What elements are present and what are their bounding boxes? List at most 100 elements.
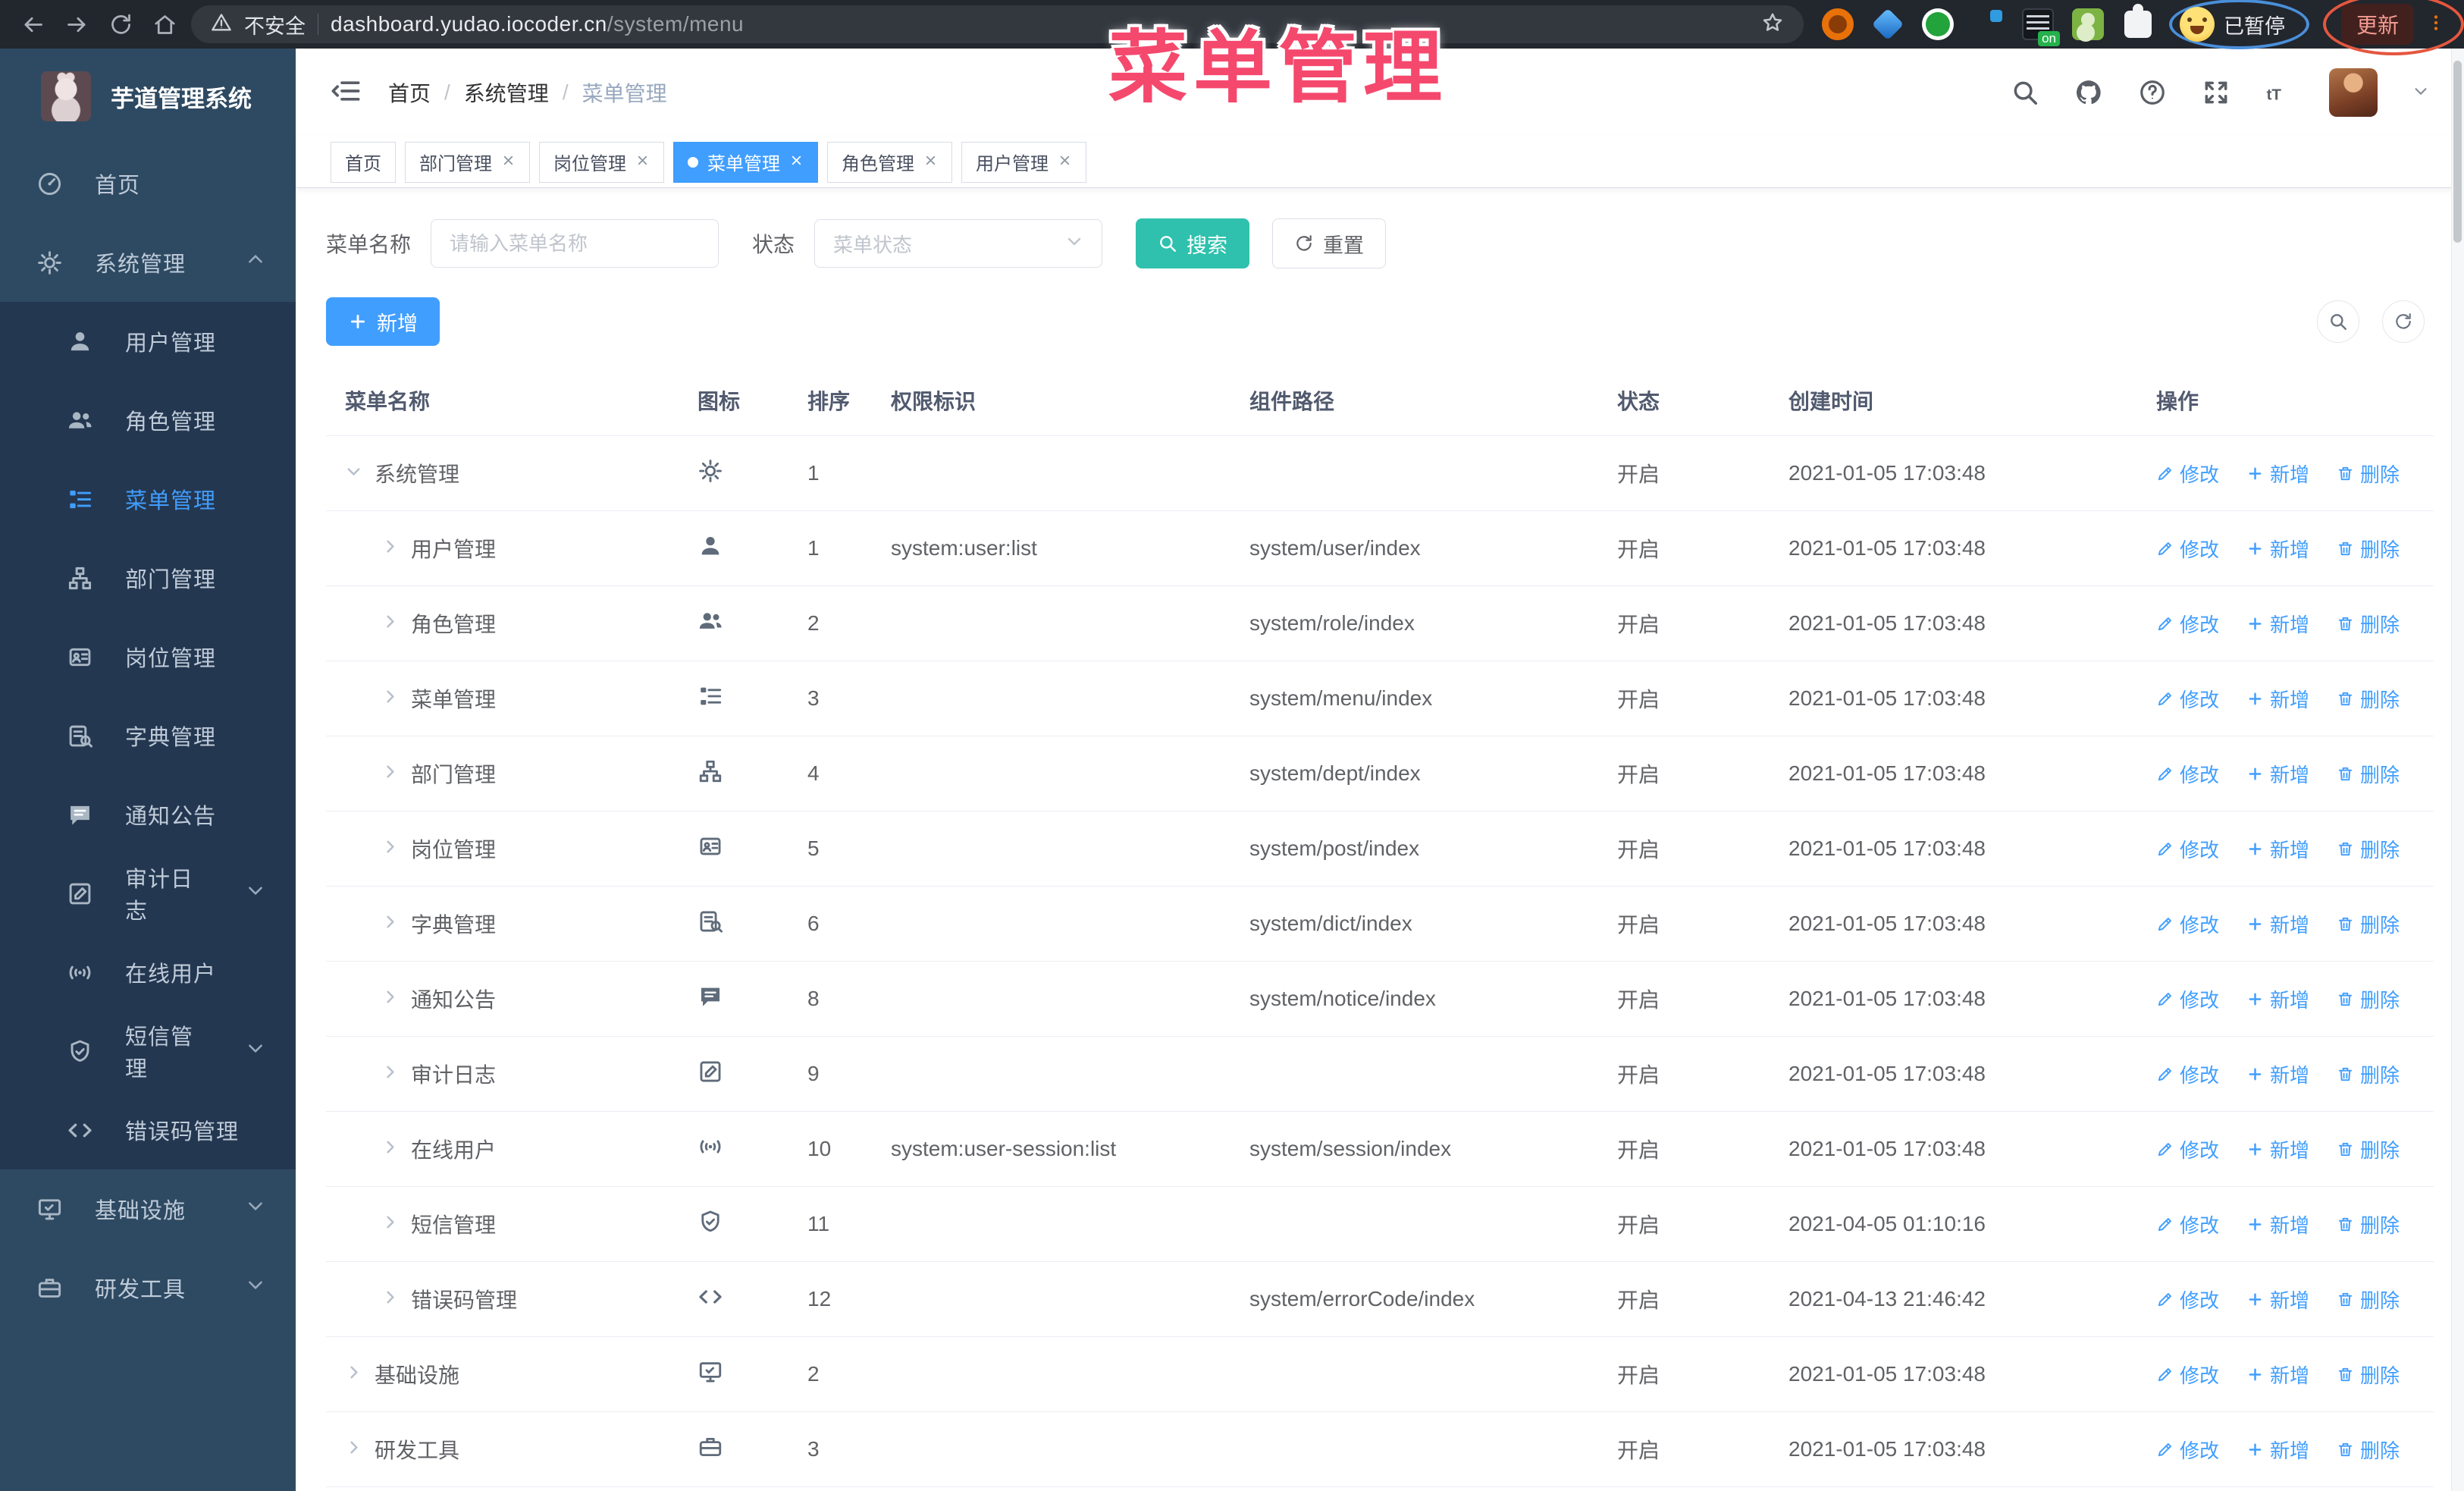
chevron-right-icon[interactable] (381, 536, 399, 560)
close-icon[interactable] (501, 152, 516, 173)
op-edit-link[interactable]: 修改 (2156, 1210, 2219, 1238)
fontsize-icon[interactable] (2265, 78, 2294, 107)
chevron-right-icon[interactable] (381, 1212, 399, 1236)
op-add-link[interactable]: 新增 (2246, 535, 2309, 563)
user-avatar[interactable] (2329, 68, 2378, 117)
op-edit-link[interactable]: 修改 (2156, 610, 2219, 638)
search-button[interactable]: 搜索 (1136, 218, 1250, 268)
cell-name[interactable]: 岗位管理 (326, 833, 675, 864)
op-delete-link[interactable]: 删除 (2337, 985, 2400, 1013)
op-delete-link[interactable]: 删除 (2337, 1361, 2400, 1389)
search-icon[interactable] (2011, 78, 2039, 107)
op-delete-link[interactable]: 删除 (2337, 1060, 2400, 1088)
op-add-link[interactable]: 新增 (2246, 835, 2309, 863)
op-edit-link[interactable]: 修改 (2156, 535, 2219, 563)
question-icon[interactable] (2138, 78, 2167, 107)
close-icon[interactable] (1058, 152, 1072, 173)
menu-name-input[interactable] (431, 219, 719, 268)
search-circle-button[interactable] (2317, 300, 2359, 343)
op-delete-link[interactable]: 删除 (2337, 1135, 2400, 1163)
chevron-right-icon[interactable] (381, 987, 399, 1011)
cell-name[interactable]: 系统管理 (326, 458, 675, 488)
tab-菜单管理[interactable]: 菜单管理 (673, 141, 818, 183)
add-button[interactable]: 新增 (326, 297, 440, 346)
update-button[interactable]: 更新 (2340, 4, 2414, 45)
sidebar-item-6[interactable]: 岗位管理 (0, 617, 296, 696)
tab-岗位管理[interactable]: 岗位管理 (539, 141, 664, 183)
refresh-circle-button[interactable] (2382, 300, 2425, 343)
op-add-link[interactable]: 新增 (2246, 610, 2309, 638)
op-add-link[interactable]: 新增 (2246, 1436, 2309, 1464)
op-edit-link[interactable]: 修改 (2156, 1436, 2219, 1464)
sidebar-item-2[interactable]: 用户管理 (0, 302, 296, 381)
gem-icon[interactable] (1871, 8, 1904, 41)
op-delete-link[interactable]: 删除 (2337, 1436, 2400, 1464)
op-add-link[interactable]: 新增 (2246, 910, 2309, 938)
sidebar-item-10[interactable]: 在线用户 (0, 933, 296, 1012)
cell-name[interactable]: 用户管理 (326, 533, 675, 563)
browser-menu-icon[interactable] (2426, 13, 2446, 36)
sidebar-item-14[interactable]: 研发工具 (0, 1248, 296, 1327)
close-icon[interactable] (923, 152, 938, 173)
tab-首页[interactable]: 首页 (331, 141, 396, 183)
sidebar-item-9[interactable]: 审计日志 (0, 854, 296, 933)
home-icon[interactable] (143, 2, 187, 46)
chevron-right-icon[interactable] (381, 837, 399, 861)
vertical-scrollbar[interactable] (2451, 49, 2464, 1491)
close-icon[interactable] (635, 152, 650, 173)
chevron-right-icon[interactable] (381, 1062, 399, 1086)
cell-name[interactable]: 短信管理 (326, 1209, 675, 1239)
sidebar-item-4[interactable]: 菜单管理 (0, 460, 296, 538)
cell-name[interactable]: 角色管理 (326, 608, 675, 639)
op-edit-link[interactable]: 修改 (2156, 685, 2219, 713)
cell-name[interactable]: 错误码管理 (326, 1284, 675, 1314)
op-delete-link[interactable]: 删除 (2337, 1285, 2400, 1314)
op-edit-link[interactable]: 修改 (2156, 760, 2219, 788)
reload-icon[interactable] (99, 2, 143, 46)
op-edit-link[interactable]: 修改 (2156, 460, 2219, 488)
sidebar-item-3[interactable]: 角色管理 (0, 381, 296, 460)
chevron-right-icon[interactable] (381, 686, 399, 711)
op-add-link[interactable]: 新增 (2246, 685, 2309, 713)
switch-on-icon[interactable] (2021, 8, 2060, 46)
chevron-right-icon[interactable] (381, 912, 399, 936)
app-logo[interactable]: 芋道管理系统 (0, 49, 296, 144)
shield-check-icon[interactable] (1921, 8, 1954, 40)
op-add-link[interactable]: 新增 (2246, 1361, 2309, 1389)
breadcrumb-item[interactable]: 首页 (388, 77, 431, 108)
cell-name[interactable]: 在线用户 (326, 1134, 675, 1164)
back-icon[interactable] (11, 2, 55, 46)
close-icon[interactable] (789, 152, 804, 173)
op-add-link[interactable]: 新增 (2246, 1060, 2309, 1088)
sidebar-item-1[interactable]: 系统管理 (0, 223, 296, 302)
op-edit-link[interactable]: 修改 (2156, 985, 2219, 1013)
op-delete-link[interactable]: 删除 (2337, 910, 2400, 938)
sidebar-item-8[interactable]: 通知公告 (0, 775, 296, 854)
op-add-link[interactable]: 新增 (2246, 1135, 2309, 1163)
op-edit-link[interactable]: 修改 (2156, 910, 2219, 938)
op-delete-link[interactable]: 删除 (2337, 1210, 2400, 1238)
tab-部门管理[interactable]: 部门管理 (405, 141, 530, 183)
op-edit-link[interactable]: 修改 (2156, 1060, 2219, 1088)
cell-name[interactable]: 部门管理 (326, 758, 675, 789)
profile-icon[interactable] (2071, 8, 2104, 40)
op-add-link[interactable]: 新增 (2246, 760, 2309, 788)
status-select[interactable]: 菜单状态 (814, 219, 1103, 268)
op-add-link[interactable]: 新增 (2246, 985, 2309, 1013)
op-delete-link[interactable]: 删除 (2337, 610, 2400, 638)
cell-name[interactable]: 基础设施 (326, 1359, 675, 1389)
cell-name[interactable]: 菜单管理 (326, 683, 675, 714)
op-delete-link[interactable]: 删除 (2337, 685, 2400, 713)
sidebar-item-11[interactable]: 短信管理 (0, 1012, 296, 1091)
reset-button[interactable]: 重置 (1272, 218, 1387, 268)
chevron-right-icon[interactable] (345, 1437, 362, 1461)
op-delete-link[interactable]: 删除 (2337, 460, 2400, 488)
hamburger-icon[interactable] (331, 76, 361, 110)
sidebar-item-5[interactable]: 部门管理 (0, 538, 296, 617)
cell-name[interactable]: 审计日志 (326, 1059, 675, 1089)
puzzle-icon[interactable] (2124, 4, 2152, 38)
fullscreen-icon[interactable] (2202, 78, 2230, 107)
chevron-right-icon[interactable] (381, 1287, 399, 1311)
forward-icon[interactable] (55, 2, 99, 46)
bookmark-star-icon[interactable] (1761, 11, 1784, 38)
